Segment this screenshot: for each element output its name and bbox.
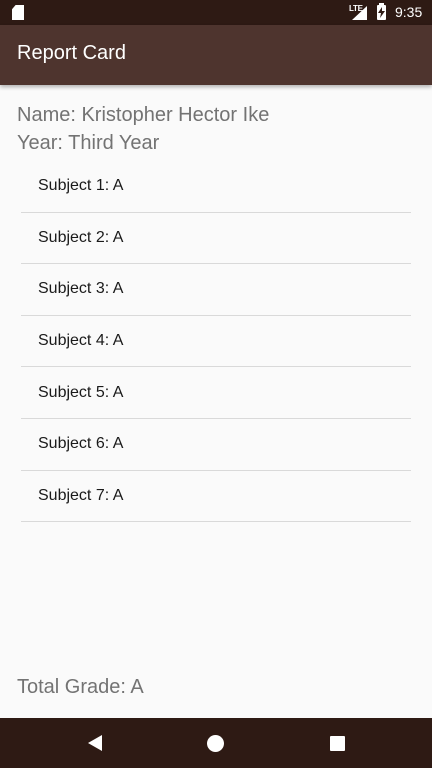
total-grade: Total Grade: A [17, 676, 144, 698]
navigation-bar [0, 718, 432, 768]
app-bar: Report Card [0, 25, 432, 85]
subject-item[interactable]: Subject 2: A [21, 213, 411, 265]
app-title: Report Card [17, 42, 126, 64]
battery-charging-icon [377, 3, 386, 20]
student-year: Year: Third Year [17, 132, 160, 154]
status-bar: LTE 9:35 [0, 0, 432, 25]
subject-item[interactable]: Subject 7: A [21, 471, 411, 523]
recents-icon[interactable] [330, 736, 345, 751]
subject-list: Subject 1: A Subject 2: A Subject 3: A S… [21, 161, 411, 523]
sd-card-icon [12, 5, 24, 20]
subject-item[interactable]: Subject 3: A [21, 264, 411, 316]
subject-item[interactable]: Subject 1: A [21, 161, 411, 213]
subject-item[interactable]: Subject 5: A [21, 367, 411, 419]
home-icon[interactable] [207, 735, 224, 752]
clock: 9:35 [395, 4, 423, 20]
subject-item[interactable]: Subject 6: A [21, 419, 411, 471]
student-name: Name: Kristopher Hector Ike [17, 104, 270, 126]
signal-icon [352, 6, 367, 20]
back-icon[interactable] [88, 735, 102, 751]
subject-item[interactable]: Subject 4: A [21, 316, 411, 368]
